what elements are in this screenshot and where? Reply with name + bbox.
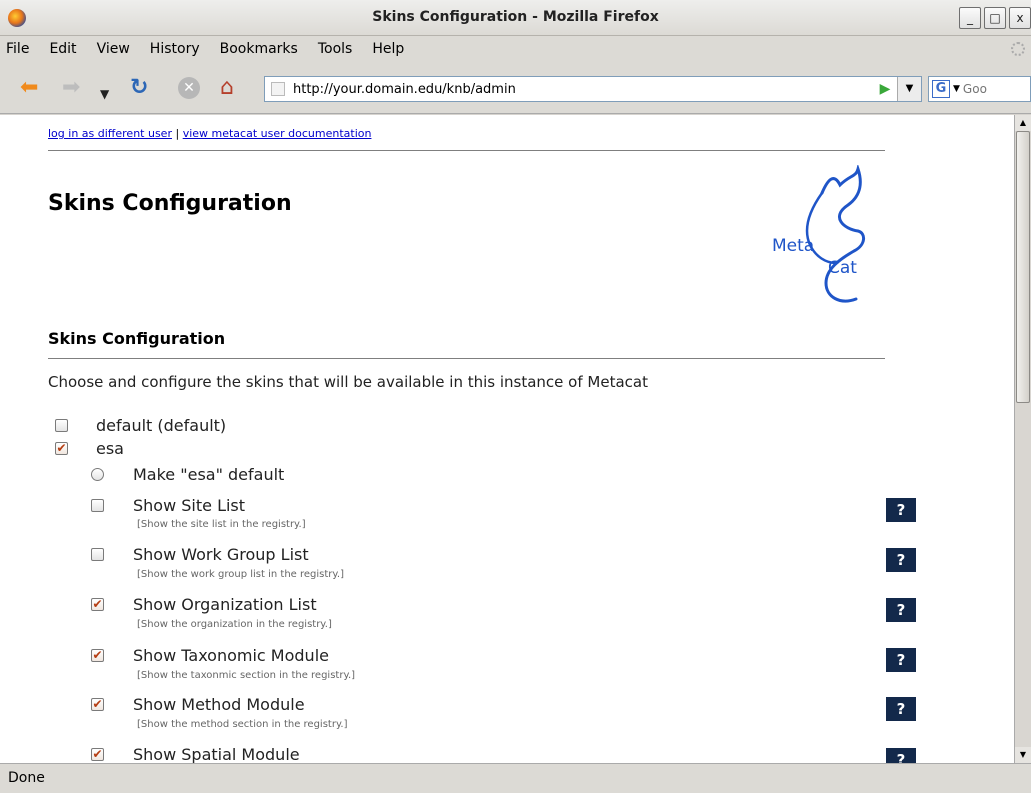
option-description: [Show the taxonmic section in the regist… — [137, 670, 356, 681]
option-work-group-list-checkbox[interactable] — [91, 548, 104, 561]
help-button[interactable]: ? — [886, 548, 916, 572]
logo-text-cat: Cat — [828, 258, 857, 278]
page-content: log in as different user | view metacat … — [0, 115, 1014, 763]
navigation-toolbar: ⬅ ➡ ▼ ↻ ✕ ⌂ ▶ ▼ G ▼ — [0, 64, 1031, 114]
go-icon[interactable]: ▶ — [873, 81, 897, 97]
skin-esa-checkbox[interactable]: ✔ — [55, 442, 68, 455]
skin-row-esa: ✔ esa — [55, 439, 124, 458]
top-divider — [48, 150, 885, 151]
help-button[interactable]: ? — [886, 648, 916, 672]
option-row: ✔ Show Spatial Module — [91, 745, 300, 763]
menu-bookmarks[interactable]: Bookmarks — [218, 41, 300, 57]
back-arrow-icon[interactable]: ⬅ — [20, 76, 38, 100]
option-description: [Show the organization in the registry.] — [137, 619, 332, 630]
login-different-user-link[interactable]: log in as different user — [48, 127, 172, 140]
option-organization-list-checkbox[interactable]: ✔ — [91, 598, 104, 611]
make-default-radio[interactable] — [91, 468, 104, 481]
option-label: Show Site List — [133, 496, 246, 515]
google-icon[interactable]: G — [932, 80, 950, 98]
option-description: [Show the method section in the registry… — [137, 719, 348, 730]
metacat-logo: Meta Cat — [772, 165, 865, 303]
url-dropdown-icon[interactable]: ▼ — [897, 77, 921, 101]
option-description: [Show the work group list in the registr… — [137, 569, 344, 580]
skin-default-label: default (default) — [96, 416, 227, 435]
skin-esa-label: esa — [96, 439, 124, 458]
scroll-up-arrow-icon[interactable]: ▲ — [1015, 115, 1031, 131]
menu-history[interactable]: History — [148, 41, 202, 57]
minimize-button[interactable]: _ — [959, 7, 981, 29]
make-default-label: Make "esa" default — [133, 465, 285, 484]
skin-default-checkbox[interactable] — [55, 419, 68, 432]
help-button[interactable]: ? — [886, 598, 916, 622]
option-label: Show Spatial Module — [133, 745, 300, 763]
scroll-down-arrow-icon[interactable]: ▼ — [1015, 747, 1031, 763]
help-button[interactable]: ? — [886, 498, 916, 522]
option-label: Show Taxonomic Module — [133, 646, 329, 665]
vertical-scrollbar[interactable]: ▲ ▼ — [1014, 115, 1031, 763]
menu-bar: File Edit View History Bookmarks Tools H… — [0, 36, 1031, 64]
close-button[interactable]: x — [1009, 7, 1031, 29]
title-bar: Skins Configuration - Mozilla Firefox _ … — [0, 0, 1031, 36]
logo-text-meta: Meta — [772, 236, 814, 256]
top-links: log in as different user | view metacat … — [48, 127, 371, 140]
option-taxonomic-module-checkbox[interactable]: ✔ — [91, 649, 104, 662]
option-site-list-checkbox[interactable] — [91, 499, 104, 512]
help-button[interactable]: ? — [886, 748, 916, 763]
menu-view[interactable]: View — [95, 41, 132, 57]
menu-file[interactable]: File — [4, 41, 31, 57]
option-spatial-module-checkbox[interactable]: ✔ — [91, 748, 104, 761]
link-separator: | — [175, 127, 180, 140]
window-title: Skins Configuration - Mozilla Firefox — [372, 9, 659, 25]
make-default-row: Make "esa" default — [91, 465, 284, 484]
menu-edit[interactable]: Edit — [47, 41, 78, 57]
option-row: ✔ Show Method Module — [91, 695, 305, 714]
help-button[interactable]: ? — [886, 697, 916, 721]
option-label: Show Work Group List — [133, 545, 309, 564]
skin-row-default: default (default) — [55, 416, 226, 435]
forward-arrow-icon[interactable]: ➡ — [62, 76, 80, 100]
option-row: Show Site List — [91, 496, 245, 515]
user-documentation-link[interactable]: view metacat user documentation — [183, 127, 372, 140]
search-input[interactable] — [962, 82, 1013, 96]
maximize-button[interactable]: □ — [984, 7, 1006, 29]
page-title: Skins Configuration — [48, 191, 292, 216]
window-controls: _ □ x — [959, 7, 1031, 29]
option-label: Show Method Module — [133, 695, 305, 714]
menu-help[interactable]: Help — [370, 41, 406, 57]
url-input[interactable] — [293, 81, 873, 97]
home-icon[interactable]: ⌂ — [220, 76, 234, 100]
intro-text: Choose and configure the skins that will… — [48, 373, 648, 391]
status-bar: Done — [0, 763, 1031, 793]
stop-icon[interactable]: ✕ — [178, 77, 200, 99]
section-title: Skins Configuration — [48, 329, 226, 348]
site-identity-icon[interactable] — [271, 82, 285, 96]
scrollbar-thumb[interactable] — [1016, 131, 1030, 403]
option-row: ✔ Show Organization List — [91, 595, 317, 614]
url-bar[interactable]: ▶ ▼ — [264, 76, 922, 102]
reload-icon[interactable]: ↻ — [130, 76, 148, 100]
status-text: Done — [8, 770, 45, 786]
search-bar[interactable]: G ▼ — [928, 76, 1031, 102]
option-row: Show Work Group List — [91, 545, 309, 564]
option-label: Show Organization List — [133, 595, 317, 614]
history-dropdown-icon[interactable]: ▼ — [100, 82, 109, 106]
section-divider — [48, 358, 885, 359]
option-description: [Show the site list in the registry.] — [137, 519, 306, 530]
engine-dropdown-icon[interactable]: ▼ — [953, 84, 960, 94]
menu-tools[interactable]: Tools — [316, 41, 355, 57]
throbber-icon — [1011, 42, 1025, 56]
option-method-module-checkbox[interactable]: ✔ — [91, 698, 104, 711]
option-row: ✔ Show Taxonomic Module — [91, 646, 329, 665]
